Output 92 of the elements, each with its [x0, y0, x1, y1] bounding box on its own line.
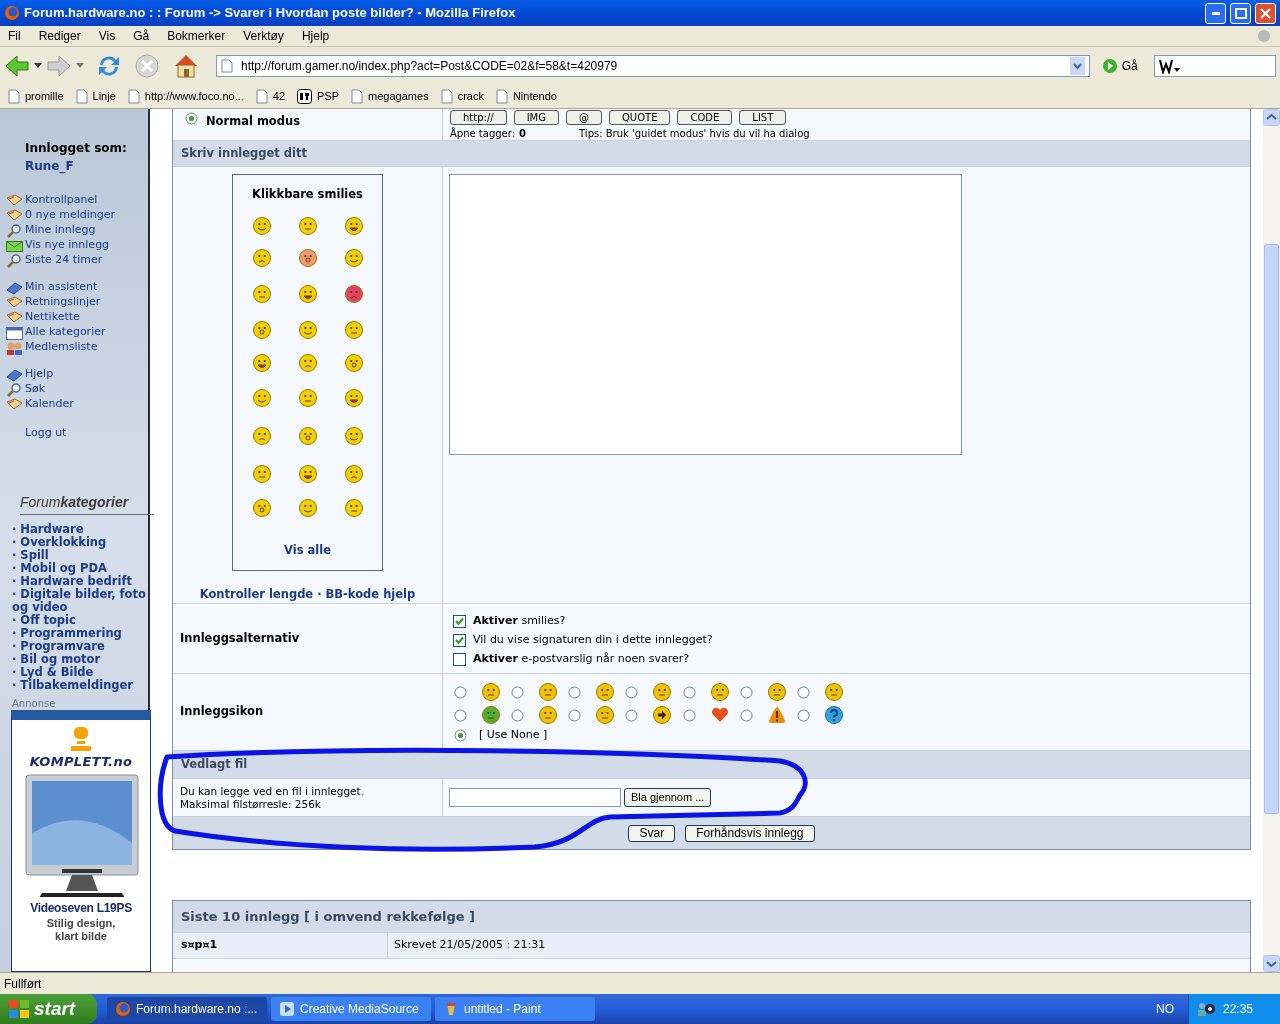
url-text: http://forum.gamer.no/index.php?act=Post&CODE=02&f=58&t=420979 [241, 57, 619, 75]
username-link[interactable]: Rune_F [25, 157, 144, 175]
tag-button[interactable]: http:// [450, 110, 507, 125]
sidebar-link[interactable]: Min assistent [6, 280, 144, 295]
tag-button[interactable]: LIST [739, 110, 787, 125]
link-separator: · [317, 585, 322, 603]
go-button[interactable]: Gå [1101, 56, 1138, 75]
ad-tagline: klart bilde [55, 930, 107, 943]
row-label: Innleggsalternativ [180, 629, 300, 647]
categories-heading: Forumkategorier [20, 491, 154, 515]
tag-button[interactable]: IMG [513, 110, 559, 125]
category-link[interactable]: · Hardware bedrift [6, 574, 150, 588]
menu-item[interactable]: Vis [98, 27, 116, 45]
menu-item[interactable]: Rediger [38, 27, 81, 45]
sidebar-link[interactable]: Hjelp [6, 367, 144, 382]
brand-logo: KOMPLETT.no [29, 752, 133, 771]
menu-item[interactable]: Verktøy [243, 27, 284, 45]
sidebar-link[interactable]: Alle kategorier [6, 325, 144, 340]
section-title: Siste 10 innlegg [ i omvend rekkefølge ] [181, 907, 476, 926]
sidebar-link[interactable]: Vis nye innlegg [6, 238, 144, 253]
taskbar-item[interactable]: untitled - Paint [435, 997, 595, 1021]
ad-banner[interactable]: KOMPLETT.no Videoseven L19PS Stilig design, klart bilde [11, 709, 151, 972]
option-label[interactable]: Vil du vise signaturen din i dette innlegget? [473, 631, 713, 649]
category-link[interactable]: · Programvare [6, 639, 150, 653]
sidebar-link[interactable]: Retningslinjer [6, 295, 144, 310]
bookmark-link[interactable]: megagames [351, 87, 429, 105]
sidebar-link[interactable]: 0 nye meldinger [6, 208, 144, 223]
status-text: Fullført [4, 975, 42, 993]
category-link[interactable]: · Programmering [6, 626, 150, 640]
sidebar-link[interactable]: Kontrollpanel [6, 193, 144, 208]
menu-item[interactable]: Gå [133, 27, 150, 45]
post-author: s¤p¤1 [181, 937, 218, 954]
logout-link[interactable]: Logg ut [25, 425, 144, 442]
use-none-label[interactable]: [ Use None ] [479, 727, 548, 744]
category-link[interactable]: · Mobil og PDA [6, 561, 150, 575]
menu-item[interactable]: Bokmerker [167, 27, 226, 45]
logged-in-label: Innlogget som: [25, 140, 128, 157]
mode-label: Normal modus [206, 113, 301, 130]
bookmark-link[interactable]: http://www.foco.no... [127, 87, 244, 105]
attach-info: Maksimal filstørresle: 256k [180, 797, 322, 811]
bookmark-link[interactable]: crack [440, 87, 484, 105]
row-label: Innleggsikon [180, 703, 264, 721]
help-link[interactable]: BB-kode hjelp [325, 585, 416, 603]
category-link[interactable]: · Bil og motor [6, 652, 150, 666]
category-link[interactable]: · Tilbakemeldinger [6, 678, 150, 692]
reply-button[interactable]: Svar [628, 824, 676, 842]
bookmark-link[interactable]: 42 [255, 87, 286, 105]
taskbar-item[interactable]: Creative MediaSource [271, 997, 431, 1021]
section-title: Vedlagt fil [181, 755, 248, 773]
start-button[interactable]: start [0, 994, 97, 1024]
show-all-link[interactable]: Vis alle [284, 541, 331, 559]
language-indicator[interactable]: NO [1156, 1000, 1174, 1018]
category-link[interactable]: · Lyd & Bilde [6, 665, 150, 679]
post-date: Skrevet 21/05/2005 : 21:31 [394, 937, 546, 954]
ad-label: Annonse [12, 697, 57, 710]
bookmark-link[interactable]: PSP [297, 87, 340, 105]
preview-button[interactable]: Forhåndsvis innlegg [685, 824, 815, 842]
browse-button[interactable]: Bla gjennom ... [624, 788, 712, 807]
option-label[interactable]: Aktiver smilies? [473, 612, 566, 630]
tips-text: Tips: Bruk 'guidet modus' hvis du vil ha dialog [579, 127, 810, 140]
smilies-title: Klikkbare smilies [252, 186, 363, 203]
sidebar-link[interactable]: Siste 24 timer [6, 253, 144, 268]
product-name: Videoseven L19PS [30, 900, 132, 917]
sidebar-link[interactable]: Mine innlegg [6, 223, 144, 238]
section-title: Skriv innlegget ditt [181, 144, 308, 162]
category-link[interactable]: · Off topic [6, 613, 150, 627]
tag-button[interactable]: @ [565, 110, 602, 125]
sidebar-link[interactable]: Søk [6, 382, 144, 397]
clock: 22:35 [1223, 1001, 1254, 1018]
option-label[interactable]: Aktiver e-postvarslig når noen svarer? [473, 650, 690, 668]
open-tags-count: 0 [519, 127, 528, 140]
attach-info: Du kan legge ved en fil i innlegget. [180, 784, 364, 798]
ad-tagline: Stilig design, [46, 917, 116, 930]
address-bar[interactable]: http://forum.gamer.no/index.php?act=Post&CODE=02&f=58&t=420979 [216, 54, 1090, 77]
sidebar-link[interactable]: Medlemsliste [6, 340, 144, 355]
category-link[interactable]: · Hardware [6, 522, 150, 536]
menu-item[interactable]: Fil [8, 27, 21, 45]
window-title: Forum.hardware.no : : Forum -> Svarer i Hvordan poste bilder? - Mozilla Firefox [24, 4, 517, 23]
bookmark-link[interactable]: promille [8, 87, 64, 105]
tag-button[interactable]: CODE [677, 110, 733, 125]
category-link[interactable]: · Spill [6, 548, 150, 562]
help-link[interactable]: Kontroller lengde [199, 585, 314, 603]
open-tags-label: Åpne tagger: [450, 126, 516, 140]
sidebar-link[interactable]: Nettikette [6, 310, 144, 325]
tag-button[interactable]: QUOTE [608, 110, 671, 125]
sidebar-link[interactable]: Kalender [6, 397, 144, 412]
bookmark-link[interactable]: Nintendo [495, 87, 557, 105]
bookmark-link[interactable]: Linje [75, 87, 116, 105]
category-link[interactable]: · Digitale bilder, foto og video [6, 587, 150, 614]
menu-item[interactable]: Hjelp [301, 27, 330, 45]
taskbar-item[interactable]: Forum.hardware.no :... [107, 997, 267, 1021]
category-link[interactable]: · Overklokking [6, 535, 150, 549]
